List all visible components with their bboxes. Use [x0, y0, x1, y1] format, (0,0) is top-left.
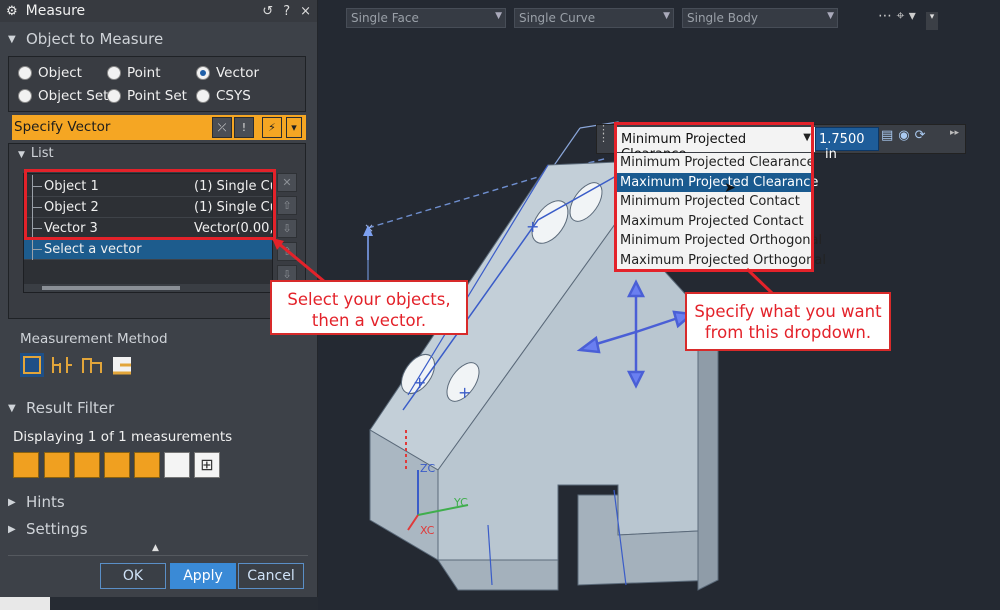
callout-select-objects: Select your objects, then a vector.	[270, 280, 468, 335]
callout-specify-dropdown: Specify what you want from this dropdown…	[685, 292, 891, 351]
